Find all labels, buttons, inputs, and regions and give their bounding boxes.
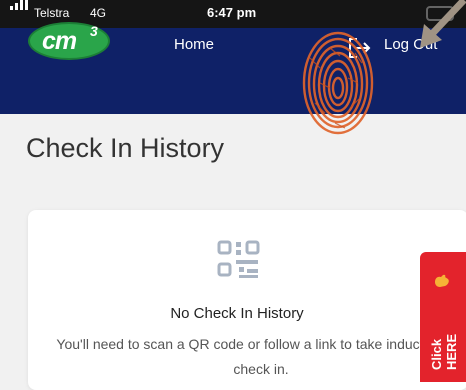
qr-code-icon [217, 240, 260, 278]
logout-link[interactable]: Log Out [384, 36, 437, 53]
battery-icon [426, 6, 454, 21]
click-here-label: Click HERE [429, 333, 459, 370]
page-title: Check In History [26, 133, 225, 163]
empty-state-description: You'll need to scan a QR code or follow … [56, 336, 466, 377]
logout-icon[interactable] [345, 34, 373, 62]
empty-state-title: No Check In History [170, 305, 304, 322]
network-label: 4G [90, 6, 107, 20]
nav-home-link[interactable]: Home [174, 36, 214, 53]
logo-superscript: 3 [90, 23, 98, 39]
hand-icon [435, 274, 449, 287]
status-time: 6:47 pm [207, 5, 257, 20]
logo-text: cm [42, 27, 77, 55]
carrier-label: Telstra [34, 6, 70, 20]
